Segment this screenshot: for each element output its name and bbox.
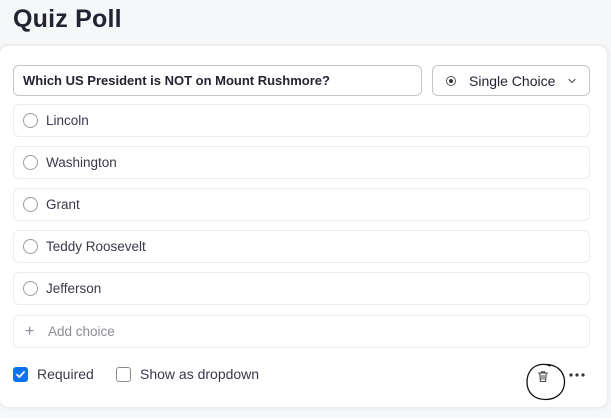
radio-icon[interactable]	[23, 197, 38, 212]
add-choice-label: Add choice	[48, 324, 115, 339]
question-input[interactable]	[13, 65, 422, 96]
radio-icon[interactable]	[23, 113, 38, 128]
choice-label: Washington	[46, 155, 117, 170]
poll-question-card: Single Choice Lincoln Washington Grant T…	[0, 46, 607, 407]
checkmark-icon	[16, 370, 25, 378]
radio-dot-icon	[446, 75, 456, 86]
radio-icon[interactable]	[23, 239, 38, 254]
required-label: Required	[37, 366, 94, 382]
question-type-label: Single Choice	[469, 72, 556, 89]
required-checkbox[interactable]: Required	[13, 366, 94, 382]
choice-item[interactable]: Grant	[13, 188, 590, 221]
add-choice-button[interactable]: + Add choice	[13, 315, 590, 348]
choice-label: Jefferson	[46, 281, 102, 296]
more-options-button[interactable]	[566, 368, 588, 382]
chevron-down-icon	[568, 78, 576, 83]
choice-label: Grant	[46, 197, 80, 212]
more-icon	[569, 373, 585, 377]
plus-icon: +	[25, 322, 35, 340]
choice-item[interactable]: Teddy Roosevelt	[13, 230, 590, 263]
checkbox-empty-icon[interactable]	[116, 366, 131, 382]
trash-icon	[537, 370, 549, 382]
radio-icon[interactable]	[23, 155, 38, 170]
show-as-dropdown-checkbox[interactable]: Show as dropdown	[116, 366, 259, 382]
question-type-select[interactable]: Single Choice	[432, 65, 590, 96]
page-title: Quiz Poll	[13, 5, 122, 33]
show-as-dropdown-label: Show as dropdown	[140, 366, 260, 382]
choice-item[interactable]: Lincoln	[13, 104, 590, 137]
choice-label: Lincoln	[46, 113, 89, 128]
choice-item[interactable]: Washington	[13, 146, 590, 179]
delete-question-button[interactable]	[533, 367, 553, 385]
choice-label: Teddy Roosevelt	[46, 239, 146, 254]
choice-item[interactable]: Jefferson	[13, 272, 590, 305]
radio-icon[interactable]	[23, 281, 38, 296]
checkbox-checked-icon[interactable]	[13, 366, 28, 382]
